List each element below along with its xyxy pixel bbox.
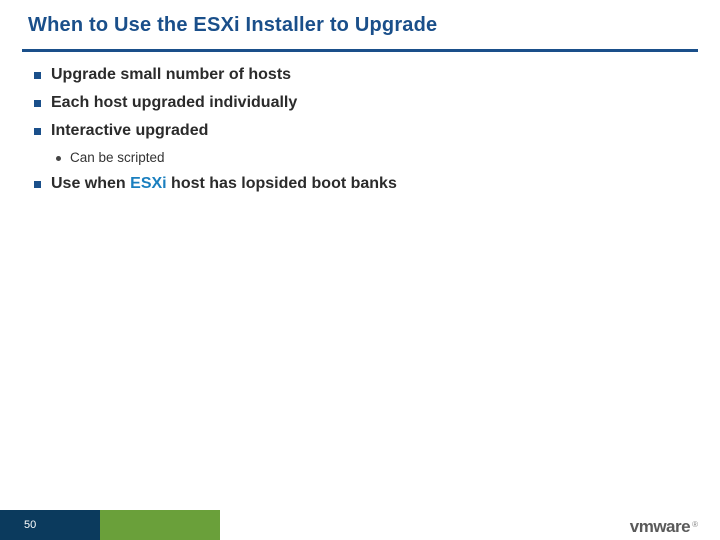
bullet-text: Upgrade small number of hosts: [51, 66, 291, 84]
square-bullet-icon: [34, 100, 41, 107]
dot-bullet-icon: [56, 156, 61, 161]
registered-mark: ®: [692, 520, 698, 529]
bullet-text: Use when ESXi host has lopsided boot ban…: [51, 175, 397, 193]
bullet-text: Interactive upgraded: [51, 122, 208, 140]
bullet-level-2: Can be scripted: [56, 150, 690, 165]
brand-logo: vmware ®: [630, 515, 698, 537]
bullet-level-1: Upgrade small number of hosts: [34, 66, 690, 84]
brand-text: vmware: [630, 517, 690, 537]
page-number-box: 50: [0, 510, 100, 540]
square-bullet-icon: [34, 72, 41, 79]
bullet-text: Can be scripted: [70, 150, 165, 165]
square-bullet-icon: [34, 128, 41, 135]
bullet-level-1: Interactive upgraded: [34, 122, 690, 140]
title-divider: [22, 49, 698, 52]
content-area: Upgrade small number of hosts Each host u…: [0, 66, 720, 193]
footer: 50 vmware ®: [0, 510, 720, 540]
bullet-text: Each host upgraded individually: [51, 94, 297, 112]
bullet-level-1: Each host upgraded individually: [34, 94, 690, 112]
footer-accent: [100, 510, 220, 540]
square-bullet-icon: [34, 181, 41, 188]
bullet-level-1: Use when ESXi host has lopsided boot ban…: [34, 175, 690, 193]
page-number: 50: [24, 519, 36, 531]
slide-title: When to Use the ESXi Installer to Upgrad…: [0, 0, 720, 45]
